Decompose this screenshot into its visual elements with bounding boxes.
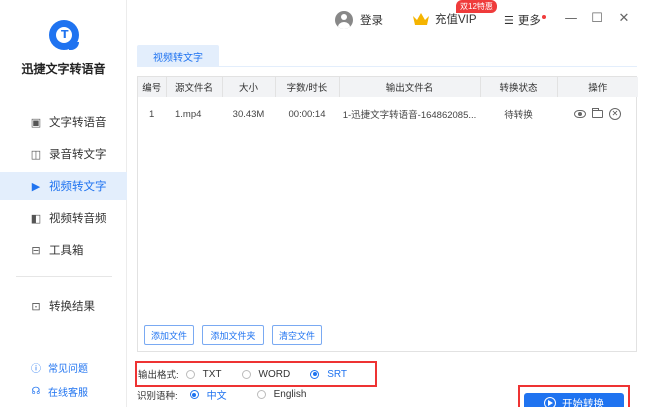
cell-status: 待转换 <box>504 110 533 121</box>
radio-selected-icon <box>189 390 199 399</box>
sidebar-item-text-to-speech[interactable]: ▣ 文字转语音 <box>0 108 127 136</box>
format-option-label: TXT <box>202 368 222 380</box>
format-option-label: WORD <box>258 368 291 380</box>
top-bar: 登录 充值VIP 双12特惠 ☰ 更多 — ☐ ✕ <box>128 0 650 40</box>
sidebar-item-label: 工具箱 <box>49 245 84 257</box>
minimize-button[interactable]: — <box>563 10 579 26</box>
sidebar-item-label: 转换结果 <box>49 301 95 313</box>
promo-badge: 双12特惠 <box>456 0 497 13</box>
user-icon <box>335 11 353 29</box>
login-label: 登录 <box>360 15 383 27</box>
video-to-audio-icon: ◧ <box>30 211 42 225</box>
language-option-english[interactable]: English <box>256 389 307 400</box>
cell-actions: ✕ <box>557 97 638 131</box>
radio-icon <box>185 369 195 379</box>
col-header-actions: 操作 <box>588 83 608 94</box>
open-folder-icon[interactable] <box>592 108 603 118</box>
text-to-speech-icon: ▣ <box>30 115 42 129</box>
more-menu-button[interactable]: ☰ 更多 <box>504 12 546 28</box>
clear-files-button[interactable]: 清空文件 <box>272 325 322 345</box>
recording-to-text-icon: ◫ <box>30 147 42 161</box>
col-header-duration: 字数/时长 <box>275 77 340 97</box>
sidebar-item-video-to-audio[interactable]: ◧ 视频转音频 <box>0 204 127 232</box>
format-option-txt[interactable]: TXT <box>185 368 222 380</box>
faq-link[interactable]: ⓘ 常见问题 <box>0 360 127 375</box>
tab-video-to-text[interactable]: 视频转文字 <box>137 45 219 67</box>
more-label: 更多 <box>517 15 541 27</box>
app-logo-icon: T <box>49 20 79 50</box>
maximize-icon: ☐ <box>591 10 603 26</box>
app-name: 迅捷文字转语音 <box>21 62 106 76</box>
vip-label: 充值VIP <box>435 14 477 26</box>
language-option-chinese[interactable]: 中文 <box>189 387 227 402</box>
play-icon <box>544 397 556 407</box>
sidebar-divider <box>16 276 112 277</box>
radio-icon <box>256 390 266 399</box>
col-header-source: 源文件名 <box>166 77 223 97</box>
format-option-label: SRT <box>327 368 348 380</box>
notification-dot <box>541 14 546 19</box>
output-format-group: 输出格式: TXT WORD SRT <box>135 361 377 387</box>
headset-icon: ☊ <box>31 386 41 397</box>
start-convert-button[interactable]: 开始转换 <box>524 393 624 407</box>
question-icon: ⓘ <box>31 364 41 375</box>
results-icon: ⊡ <box>31 299 41 313</box>
faq-label: 常见问题 <box>48 364 88 375</box>
radio-selected-icon <box>310 369 320 379</box>
sidebar-item-label: 视频转文字 <box>49 181 107 193</box>
sidebar-item-results[interactable]: ⊡ 转换结果 <box>0 292 127 320</box>
col-header-size: 大小 <box>222 77 276 97</box>
col-header-status: 转换状态 <box>480 77 558 97</box>
menu-icon: ☰ <box>504 13 514 27</box>
col-header-index: 编号 <box>138 77 167 97</box>
vip-button[interactable]: 充值VIP <box>412 11 477 27</box>
add-file-button[interactable]: 添加文件 <box>144 325 194 345</box>
cell-source: 1.mp4 <box>175 108 202 120</box>
language-group: 识别语种: 中文 English <box>137 387 326 402</box>
cell-duration: 00:00:14 <box>288 108 326 120</box>
output-format-label: 输出格式: <box>138 370 179 381</box>
close-window-button[interactable]: ✕ <box>616 10 632 26</box>
minimize-icon: — <box>564 10 578 26</box>
online-support-link[interactable]: ☊ 在线客服 <box>0 384 127 399</box>
format-option-srt[interactable]: SRT <box>310 369 347 380</box>
remove-file-icon[interactable]: ✕ <box>609 108 621 120</box>
language-label: 识别语种: <box>137 390 178 402</box>
preview-eye-icon[interactable] <box>574 110 586 118</box>
add-folder-button[interactable]: 添加文件夹 <box>202 325 264 345</box>
table-row: 1 1.mp4 30.43M 00:00:14 1-迅捷文字转语音-164862… <box>138 97 638 131</box>
start-convert-label: 开始转换 <box>562 397 604 407</box>
language-option-label: English <box>273 389 307 400</box>
cell-size: 30.43M <box>232 108 265 120</box>
format-option-word[interactable]: WORD <box>241 368 291 380</box>
sidebar-item-label: 文字转语音 <box>49 117 107 129</box>
sidebar-item-video-to-text[interactable]: ▶ 视频转文字 <box>0 172 127 200</box>
table-header-row: 编号 源文件名 大小 字数/时长 输出文件名 转换状态 操作 <box>138 77 638 97</box>
video-to-text-icon: ▶ <box>31 179 41 193</box>
maximize-button[interactable]: ☐ <box>589 10 605 26</box>
toolbox-icon: ⊟ <box>31 243 41 257</box>
close-icon: ✕ <box>618 10 630 26</box>
online-support-label: 在线客服 <box>48 388 88 399</box>
radio-icon <box>241 369 251 379</box>
cell-output: 1-迅捷文字转语音-164862085... <box>342 110 477 121</box>
login-button[interactable]: 登录 <box>335 11 383 29</box>
col-header-output: 输出文件名 <box>339 77 481 97</box>
crown-icon <box>413 13 429 25</box>
sidebar-item-recording-to-text[interactable]: ◫ 录音转文字 <box>0 140 127 168</box>
sidebar-item-label: 录音转文字 <box>49 149 107 161</box>
sidebar: T 迅捷文字转语音 ▣ 文字转语音 ◫ 录音转文字 ▶ 视频转文字 ◧ 视频转音… <box>0 0 127 407</box>
sidebar-item-toolbox[interactable]: ⊟ 工具箱 <box>0 236 127 264</box>
file-table: 编号 源文件名 大小 字数/时长 输出文件名 转换状态 操作 1 1.mp4 3… <box>137 76 638 352</box>
sidebar-item-label: 视频转音频 <box>49 213 107 225</box>
tab-underline <box>137 66 637 67</box>
language-option-label: 中文 <box>206 391 227 402</box>
cell-index: 1 <box>149 108 155 120</box>
